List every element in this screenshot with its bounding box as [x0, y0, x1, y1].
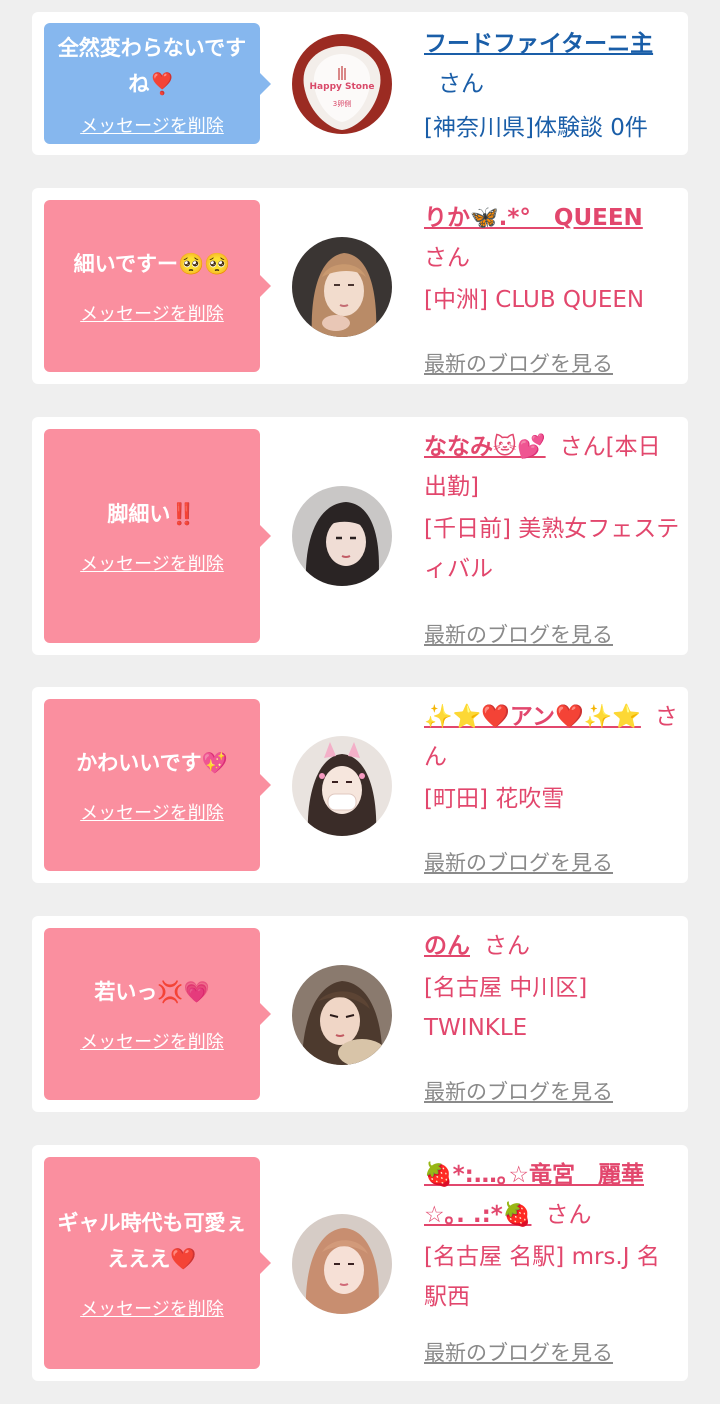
user-info: 🍓*:…｡☆竜宮 麗華☆｡. .:*🍓 さん [名古屋 名駅] mrs.J 名駅西… — [424, 1155, 680, 1375]
shop-info: [町田] 花吹雪 — [424, 786, 565, 812]
avatar[interactable] — [292, 1214, 392, 1314]
delete-message-link[interactable]: メッセージを削除 — [80, 1028, 224, 1054]
latest-blog-link[interactable]: 最新のブログを見る — [424, 1076, 613, 1106]
latest-blog-link[interactable]: 最新のブログを見る — [424, 847, 613, 877]
shop-info: [神奈川県]体験談 0件 — [424, 115, 648, 141]
svg-text:3卵側: 3卵側 — [333, 99, 351, 108]
message-bubble: 全然変わらないですね❣️ メッセージを削除 — [44, 23, 271, 144]
message-card: かわいいです💖 メッセージを削除 ✨⭐️❤️アン❤️✨⭐️ さん [町田] 花吹雪… — [32, 687, 688, 883]
avatar[interactable] — [292, 736, 392, 836]
honorific: さん — [545, 1202, 592, 1228]
message-bubble: 若いっ💢💗 メッセージを削除 — [44, 928, 271, 1100]
user-name-link[interactable]: 🍓*:…｡☆竜宮 麗華☆｡. .:*🍓 — [424, 1162, 644, 1228]
delete-message-link[interactable]: メッセージを削除 — [80, 1295, 224, 1321]
avatar[interactable] — [292, 486, 392, 586]
message-card: ギャル時代も可愛ぇえええ❤️ メッセージを削除 🍓*:…｡☆竜宮 麗華☆｡. .… — [32, 1145, 688, 1381]
message-card: 若いっ💢💗 メッセージを削除 のん さん [名古屋 中川区] TWINKLE 最新… — [32, 916, 688, 1112]
delete-message-link[interactable]: メッセージを削除 — [80, 550, 224, 576]
message-bubble: 細いですー🥺🥺 メッセージを削除 — [44, 200, 271, 372]
user-info: フードファイターニ主さん [神奈川県]体験談 0件 — [424, 24, 680, 148]
user-name-link[interactable]: ✨⭐️❤️アン❤️✨⭐️ — [424, 704, 641, 730]
latest-blog-link[interactable]: 最新のブログを見る — [424, 1337, 613, 1367]
honorific: さん — [484, 933, 530, 959]
message-text: かわいいです💖 — [76, 751, 228, 775]
avatar[interactable] — [292, 965, 392, 1065]
user-info: りか🦋.*° QUEEN さん [中洲] CLUB QUEEN 最新のブログを見… — [424, 198, 680, 378]
message-text: 細いですー🥺🥺 — [73, 252, 231, 276]
svg-text:Happy Stone: Happy Stone — [310, 82, 375, 92]
avatar[interactable] — [292, 237, 392, 337]
user-name-link[interactable]: フードファイターニ主 — [424, 31, 653, 57]
message-bubble: 脚細い‼️ メッセージを削除 — [44, 429, 271, 643]
user-info: ななみ🐱💕 さん[本日出勤] [千日前] 美熟女フェスティバル 最新のブログを見る — [424, 427, 680, 647]
user-info: のん さん [名古屋 中川区] TWINKLE 最新のブログを見る — [424, 926, 680, 1106]
message-card: 全然変わらないですね❣️ メッセージを削除 Happy Stone 3卵側 フー… — [32, 12, 688, 155]
message-card: 細いですー🥺🥺 メッセージを削除 りか🦋.*° QUEEN さん [中洲] CL… — [32, 188, 688, 384]
user-info: ✨⭐️❤️アン❤️✨⭐️ さん [町田] 花吹雪 最新のブログを見る — [424, 697, 680, 877]
message-text: 若いっ💢💗 — [94, 980, 210, 1004]
shop-info: [名古屋 名駅] mrs.J 名駅西 — [424, 1244, 660, 1310]
message-card: 脚細い‼️ メッセージを削除 ななみ🐱💕 さん[本日出勤] [千日前] 美熟女フェ… — [32, 417, 688, 655]
message-text: 脚細い‼️ — [107, 502, 197, 526]
message-text: 全然変わらないですね❣️ — [57, 35, 247, 96]
user-name-link[interactable]: のん — [424, 933, 470, 959]
delete-message-link[interactable]: メッセージを削除 — [80, 300, 224, 326]
delete-message-link[interactable]: メッセージを削除 — [80, 112, 224, 138]
user-name-link[interactable]: ななみ🐱💕 — [424, 434, 546, 460]
user-name-link[interactable]: りか🦋.*° QUEEN — [424, 205, 643, 231]
avatar[interactable]: Happy Stone 3卵側 — [292, 34, 392, 134]
latest-blog-link[interactable]: 最新のブログを見る — [424, 348, 613, 378]
message-bubble: かわいいです💖 メッセージを削除 — [44, 699, 271, 871]
honorific: さん — [438, 71, 484, 97]
shop-info: [名古屋 中川区] TWINKLE — [424, 975, 588, 1041]
message-bubble: ギャル時代も可愛ぇえええ❤️ メッセージを削除 — [44, 1157, 271, 1369]
latest-blog-link[interactable]: 最新のブログを見る — [424, 619, 613, 649]
delete-message-link[interactable]: メッセージを削除 — [80, 799, 224, 825]
shop-info: [千日前] 美熟女フェスティバル — [424, 516, 680, 582]
shop-info: [中洲] CLUB QUEEN — [424, 287, 645, 313]
honorific: さん — [424, 245, 470, 271]
message-text: ギャル時代も可愛ぇえええ❤️ — [57, 1211, 247, 1271]
